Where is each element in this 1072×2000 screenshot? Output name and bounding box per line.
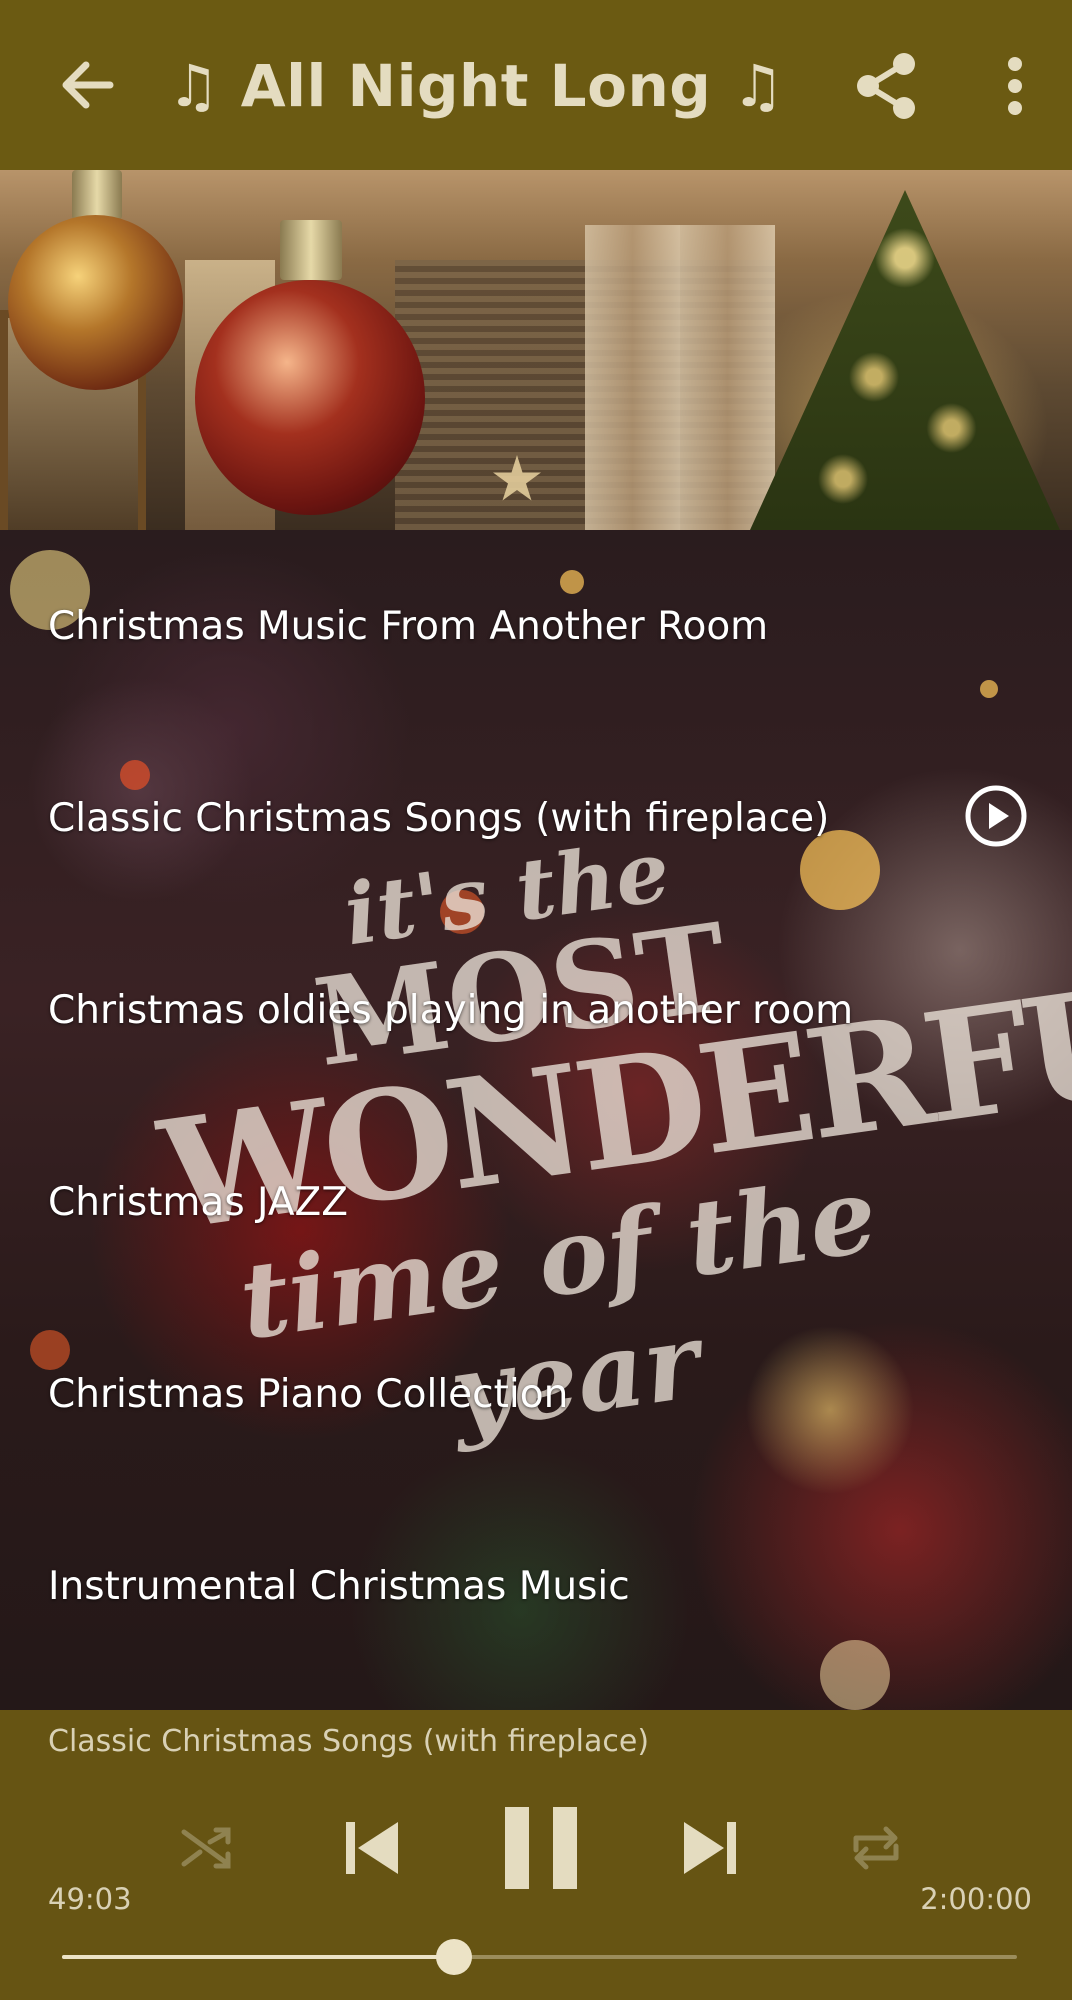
seek-bar-thumb[interactable] <box>435 1939 472 1975</box>
ornament-gold <box>8 215 183 390</box>
play-circle-icon[interactable] <box>964 784 1028 848</box>
playlist-item-label: Christmas Piano Collection <box>48 1371 569 1417</box>
christmas-tree <box>750 190 1060 530</box>
playlist: Christmas Music From Another Room Classi… <box>0 530 1072 1682</box>
skip-next-icon[interactable] <box>680 1820 740 1880</box>
ornament-cap <box>280 220 342 280</box>
playlist-item-label: Christmas JAZZ <box>48 1179 348 1225</box>
playlist-item[interactable]: Christmas Piano Collection <box>0 1298 1072 1490</box>
seek-bar-progress <box>62 1955 454 1959</box>
playlist-item-label: Classic Christmas Songs (with fireplace) <box>48 795 830 841</box>
skip-previous-icon[interactable] <box>342 1820 402 1880</box>
playlist-item[interactable]: Christmas Music From Another Room <box>0 530 1072 722</box>
share-icon[interactable] <box>852 50 924 122</box>
repeat-icon[interactable] <box>848 1820 904 1880</box>
playlist-item-label: Christmas oldies playing in another room <box>48 987 854 1033</box>
playlist-item[interactable]: Christmas JAZZ <box>0 1106 1072 1298</box>
playlist-item-label: Christmas Music From Another Room <box>48 603 769 649</box>
header-image <box>0 170 1072 530</box>
ornament-red <box>195 280 425 515</box>
playlist-item[interactable]: Christmas oldies playing in another room <box>0 914 1072 1106</box>
playlist-item[interactable]: Instrumental Christmas Music <box>0 1490 1072 1682</box>
shuffle-icon[interactable] <box>178 1820 234 1880</box>
curtain-left <box>585 225 680 530</box>
more-options-icon[interactable] <box>990 50 1040 122</box>
ornament-cap <box>72 170 122 220</box>
playlist-item-label: Instrumental Christmas Music <box>48 1563 630 1609</box>
seek-bar[interactable] <box>62 1955 1017 1959</box>
player-bar: Classic Christmas Songs (with fireplace)… <box>0 1710 1072 2000</box>
curtain-right <box>680 225 775 530</box>
top-app-bar: ♫ All Night Long ♫ <box>0 0 1072 171</box>
pause-icon[interactable] <box>503 1805 579 1895</box>
elapsed-time: 49:03 <box>48 1882 132 1916</box>
now-playing-title: Classic Christmas Songs (with fireplace) <box>48 1724 650 1759</box>
total-duration: 2:00:00 <box>920 1882 1032 1916</box>
playlist-item[interactable]: Classic Christmas Songs (with fireplace) <box>0 722 1072 914</box>
